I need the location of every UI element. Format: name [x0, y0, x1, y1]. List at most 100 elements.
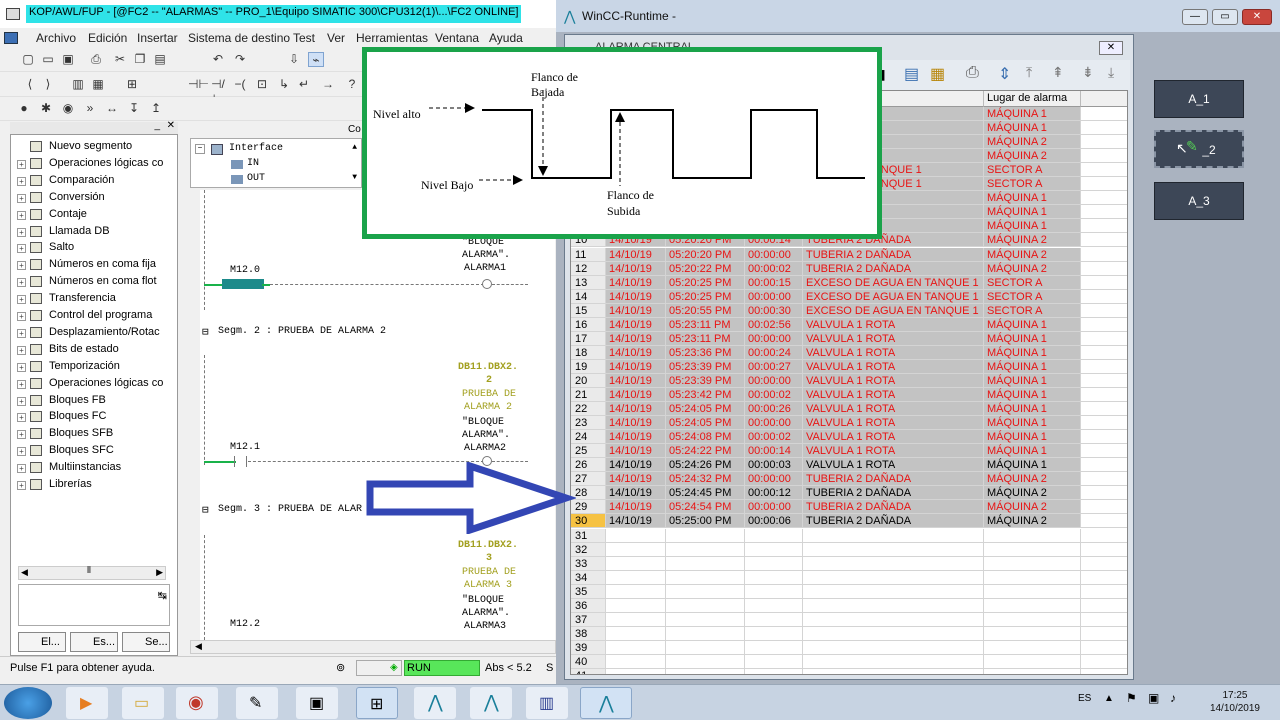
alarm-row[interactable]: 39: [571, 640, 1127, 655]
alarm-row[interactable]: 18 14/10/19 05:23:36 PM 00:00:24 VALVULA 1 R…: [571, 345, 1127, 360]
tree-item[interactable]: + Comparación: [11, 173, 177, 189]
expand-icon[interactable]: +: [17, 176, 26, 186]
expand-icon[interactable]: +: [17, 379, 26, 389]
expand-icon[interactable]: +: [17, 244, 26, 254]
alarm-row[interactable]: 33: [571, 556, 1127, 571]
kop-view-icon[interactable]: ▥: [70, 77, 86, 92]
alarm-row[interactable]: 24 14/10/19 05:24:08 PM 00:00:02 VALVULA 1 R…: [571, 430, 1127, 445]
open-icon[interactable]: ▭: [40, 52, 56, 67]
network-horizontal-scrollbar[interactable]: ◀: [190, 640, 556, 654]
expand-icon[interactable]: +: [17, 345, 26, 355]
menu-edicion[interactable]: Edición: [88, 31, 127, 45]
save-icon[interactable]: ▣: [60, 52, 76, 67]
tree-item[interactable]: + Desplazamiento/Rotac: [11, 325, 177, 341]
branch-close-icon[interactable]: ↵: [296, 77, 312, 92]
prev-icon[interactable]: ⇞: [1052, 64, 1064, 81]
contact-no-icon[interactable]: ⊣⊢: [188, 77, 209, 92]
tree-item[interactable]: + Bloques FC: [11, 409, 177, 425]
breakpoint-icon[interactable]: ●: [16, 101, 32, 116]
menu-ver[interactable]: Ver: [327, 31, 345, 45]
tree-item[interactable]: + Transferencia: [11, 291, 177, 307]
expand-icon[interactable]: +: [17, 447, 26, 457]
alarm-row[interactable]: 38: [571, 626, 1127, 641]
alarm-row[interactable]: 17 14/10/19 05:23:11 PM 00:00:00 VALVULA 1 R…: [571, 331, 1127, 346]
tree-item[interactable]: + Números en coma fija: [11, 257, 177, 273]
expand-icon[interactable]: +: [17, 227, 26, 237]
scroll-up-icon[interactable]: ▲: [352, 143, 357, 152]
alarm-row[interactable]: 12 14/10/19 05:20:22 PM 00:00:02 TUBERIA 2 D…: [571, 261, 1127, 276]
print-alarms-icon[interactable]: ⎙: [966, 64, 979, 82]
tree-item[interactable]: + Llamada DB: [11, 224, 177, 240]
remove-breakpoint-icon[interactable]: ✱: [38, 101, 54, 116]
contact-m12-1-left[interactable]: [234, 456, 237, 467]
kop-editor-taskbar-icon[interactable]: ⊞: [356, 687, 398, 719]
close-icon[interactable]: ✕: [167, 120, 175, 131]
alarm-row[interactable]: 15 14/10/19 05:20:55 PM 00:00:30 EXCESO DE A…: [571, 303, 1127, 318]
scroll-down-icon[interactable]: ▼: [352, 173, 357, 182]
alarm-row[interactable]: 40: [571, 654, 1127, 669]
alarm-row[interactable]: 41: [571, 669, 1127, 674]
wincc-maximize-button[interactable]: ▭: [1212, 9, 1238, 25]
expand-icon[interactable]: +: [17, 430, 26, 440]
tree-item[interactable]: + Salto: [11, 240, 177, 256]
alarm-row[interactable]: 32: [571, 542, 1127, 557]
tree-item[interactable]: + Temporización: [11, 359, 177, 375]
expand-icon[interactable]: +: [17, 261, 26, 271]
scroll-thumb-icon[interactable]: ⦀: [87, 565, 91, 576]
interface-in[interactable]: IN: [247, 158, 259, 169]
wincc-tags-icon[interactable]: ▥: [526, 687, 568, 719]
tree-item[interactable]: + Números en coma flot: [11, 274, 177, 290]
redo-icon[interactable]: ↷: [232, 52, 248, 67]
alarm-row[interactable]: 23 14/10/19 05:24:05 PM 00:00:00 VALVULA 1 R…: [571, 416, 1127, 431]
alarm-row[interactable]: 13 14/10/19 05:20:25 PM 00:00:15 EXCESO DE A…: [571, 275, 1127, 290]
language-indicator[interactable]: ES: [1078, 693, 1091, 704]
report-icon[interactable]: ▤: [904, 64, 919, 84]
wincc-close-button[interactable]: ✕: [1242, 9, 1272, 25]
expand-icon[interactable]: +: [17, 210, 26, 220]
first-icon[interactable]: ⤒: [1026, 64, 1032, 81]
alarm-row[interactable]: 36: [571, 598, 1127, 613]
document-icon[interactable]: [4, 32, 18, 44]
segment-2-toggle-icon[interactable]: ⊟: [202, 325, 209, 339]
step-back-icon[interactable]: ⟨: [22, 77, 38, 92]
tray-expand-icon[interactable]: ▲: [1104, 693, 1114, 704]
alarm-row[interactable]: 20 14/10/19 05:23:39 PM 00:00:00 VALVULA 1 R…: [571, 373, 1127, 388]
network-icon[interactable]: ⊞: [124, 77, 140, 92]
wincc-runtime-taskbar-icon[interactable]: ⋀: [580, 687, 632, 719]
connect-icon[interactable]: →: [320, 77, 336, 92]
tree-item[interactable]: + Bloques SFC: [11, 443, 177, 459]
tree-item[interactable]: + Control del programa: [11, 308, 177, 324]
step-forward-icon[interactable]: ⟩: [40, 77, 56, 92]
minimize-icon[interactable]: _: [154, 120, 160, 131]
expand-icon[interactable]: +: [17, 312, 26, 321]
lock-icon[interactable]: ▦: [930, 64, 945, 84]
tree-item[interactable]: + Operaciones lógicas co: [11, 376, 177, 392]
collapse-icon[interactable]: −: [195, 144, 205, 154]
alarm-close-button[interactable]: ✕: [1099, 41, 1123, 55]
tab-structure[interactable]: Es...: [70, 632, 118, 652]
contact-nc-icon[interactable]: ⊣/⊢: [210, 77, 226, 106]
volume-icon[interactable]: ♪: [1170, 691, 1176, 705]
media-player-icon[interactable]: ▶: [66, 687, 108, 719]
step-into-icon[interactable]: ↧: [126, 101, 142, 116]
tree-item[interactable]: + Contaje: [11, 207, 177, 223]
menu-ventana[interactable]: Ventana: [435, 31, 479, 45]
next-icon[interactable]: ⇟: [1082, 64, 1094, 81]
alarm-row[interactable]: 22 14/10/19 05:24:05 PM 00:00:26 VALVULA 1 R…: [571, 402, 1127, 417]
wincc-minimize-button[interactable]: —: [1182, 9, 1208, 25]
help-pointer-icon[interactable]: ?: [344, 77, 360, 92]
new-icon[interactable]: ▢: [20, 52, 36, 67]
monitor-icon[interactable]: ⌁: [308, 52, 324, 67]
file-explorer-icon[interactable]: ▭: [122, 687, 164, 719]
menu-herramientas[interactable]: Herramientas: [356, 31, 428, 45]
tab-selection[interactable]: Se...: [122, 632, 170, 652]
tree-item[interactable]: + Conversión: [11, 190, 177, 206]
menu-test[interactable]: Test: [293, 31, 315, 45]
alarm-row[interactable]: 11 14/10/19 05:20:20 PM 00:00:00 TUBERIA 2 D…: [571, 247, 1127, 262]
tree-item[interactable]: + Librerías: [11, 477, 177, 493]
tree-item[interactable]: + Multiinstancias: [11, 460, 177, 476]
menu-insertar[interactable]: Insertar: [137, 31, 178, 45]
interface-out[interactable]: OUT: [247, 173, 265, 184]
alarm-row[interactable]: 16 14/10/19 05:23:11 PM 00:02:56 VALVULA 1 R…: [571, 317, 1127, 332]
alarm-row[interactable]: 28 14/10/19 05:24:45 PM 00:00:12 TUBERIA 2 D…: [571, 486, 1127, 501]
